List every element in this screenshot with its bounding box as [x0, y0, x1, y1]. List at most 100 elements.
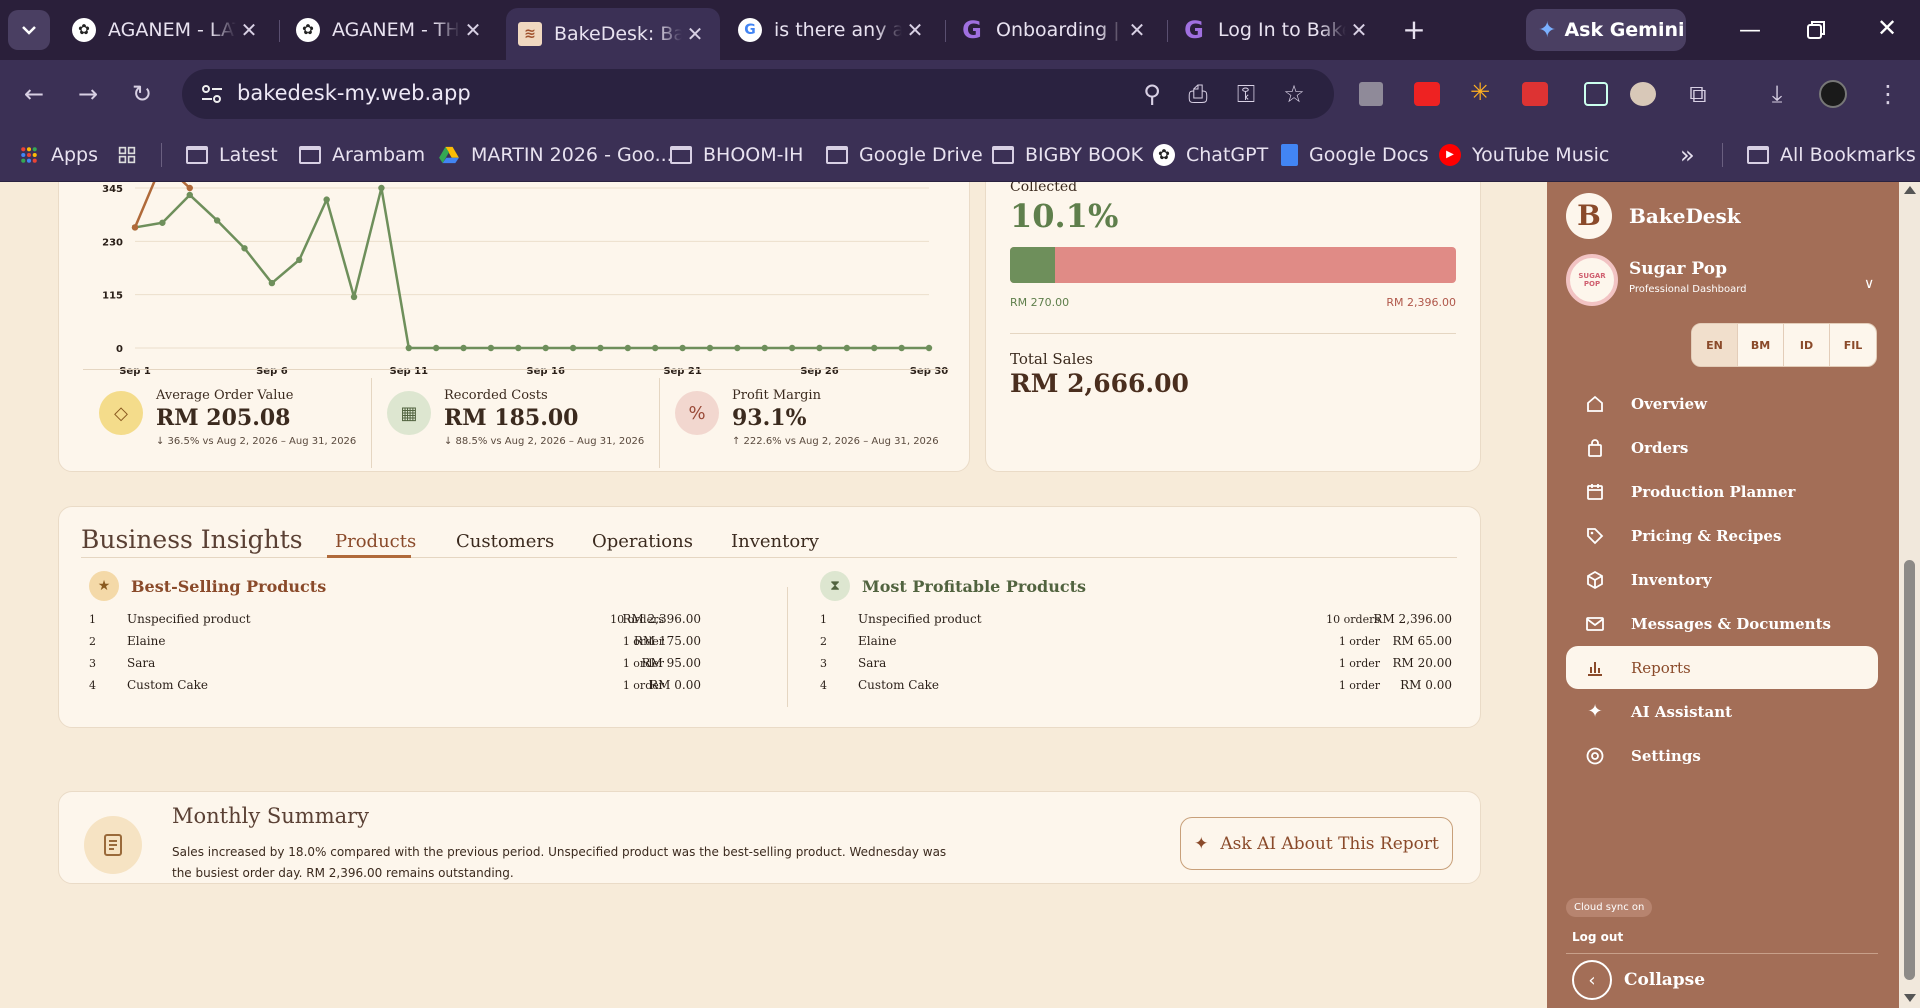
tab-search-button[interactable] [8, 10, 50, 50]
nav-orders[interactable]: Orders [1566, 426, 1878, 469]
nav-overview[interactable]: Overview [1566, 382, 1878, 425]
language-bm[interactable]: BM [1738, 324, 1784, 366]
ask-gemini-button[interactable]: ✦ Ask Gemini [1526, 9, 1686, 51]
extension-warning-icon[interactable]: ✳ [1470, 78, 1500, 108]
bookmark-link[interactable]: ✿ ChatGPT [1153, 141, 1268, 169]
language-fil[interactable]: FIL [1830, 324, 1876, 366]
nav-settings[interactable]: Settings [1566, 734, 1878, 777]
new-tab-button[interactable]: + [1398, 12, 1430, 48]
browser-tab[interactable]: G Onboarding | C ✕ [948, 8, 1162, 52]
bookmark-folder[interactable]: Arambam [299, 141, 425, 169]
bookmark-folder[interactable]: Google Drive [826, 141, 983, 169]
extensions-puzzle-icon[interactable]: ⧉ [1682, 80, 1714, 108]
bookmark-folder[interactable]: Latest [186, 141, 278, 169]
google-icon: G [738, 18, 762, 42]
diamond-icon: ◇ [99, 391, 143, 435]
ask-gemini-label: Ask Gemini [1564, 19, 1685, 41]
gemini-sparkle-icon: ✦ [1538, 17, 1557, 43]
install-app-icon[interactable]: ⎙ [1182, 80, 1214, 108]
browser-tab[interactable]: G Log In to Bake ✕ [1170, 8, 1384, 52]
nav-reports[interactable]: Reports [1566, 646, 1878, 689]
nav-pricing-recipes[interactable]: Pricing & Recipes [1566, 514, 1878, 557]
tab-groups-button[interactable] [116, 141, 149, 169]
minimize-button[interactable]: — [1730, 18, 1770, 43]
close-tab-icon[interactable]: ✕ [460, 18, 486, 42]
browser-tab[interactable]: ✿ AGANEM - LATE ✕ [60, 8, 274, 52]
data-point [816, 344, 823, 352]
close-window-button[interactable]: ✕ [1872, 14, 1902, 44]
all-bookmarks-button[interactable]: All Bookmarks [1747, 141, 1916, 169]
nav-ai-assistant[interactable]: ✦ AI Assistant [1566, 690, 1878, 733]
bookmark-folder[interactable]: BHOOM-IH [670, 141, 803, 169]
active-tab-underline [327, 555, 411, 558]
extension-icon[interactable] [1584, 82, 1608, 106]
close-tab-icon[interactable]: ✕ [1124, 18, 1150, 42]
browser-tab-active[interactable]: ≋ BakeDesk: Bake ✕ [506, 8, 720, 60]
scroll-up-arrow[interactable] [1904, 186, 1916, 194]
close-tab-icon[interactable]: ✕ [682, 22, 708, 46]
close-tab-icon[interactable]: ✕ [236, 18, 262, 42]
brand-name: BakeDesk [1629, 204, 1741, 228]
table-row: 2 Elaine 1 order RM 175.00 [89, 631, 747, 653]
tab-operations[interactable]: Operations [592, 531, 693, 552]
close-tab-icon[interactable]: ✕ [902, 18, 928, 42]
product-amount: RM 175.00 [633, 634, 701, 648]
nav-inventory[interactable]: Inventory [1566, 558, 1878, 601]
shop-switcher[interactable]: SUGAR POP Sugar Pop Professional Dashboa… [1566, 254, 1878, 310]
shopping-bag-icon [1584, 437, 1606, 459]
nav-production-planner[interactable]: Production Planner [1566, 470, 1878, 513]
bookmarks-bar: Apps Latest Arambam MARTIN 2026 - Goo...… [0, 129, 1920, 182]
logout-link[interactable]: Log out [1572, 930, 1623, 944]
zoom-icon[interactable]: ⚲ [1136, 80, 1168, 108]
product-name: Custom Cake [127, 678, 209, 692]
language-en[interactable]: EN [1692, 324, 1738, 366]
more-bookmarks-button[interactable]: » [1680, 141, 1695, 169]
tab-title: Onboarding | C [996, 19, 1124, 41]
back-button[interactable]: ← [18, 80, 50, 108]
password-key-icon[interactable]: ⚿ [1230, 80, 1262, 108]
address-bar[interactable]: bakedesk-my.web.app ⚲ ⎙ ⚿ ☆ [182, 69, 1334, 119]
table-row: 3 Sara 1 order RM 20.00 [820, 653, 1456, 675]
tab-products[interactable]: Products [335, 531, 416, 552]
nav-messages-documents[interactable]: Messages & Documents [1566, 602, 1878, 645]
data-point [898, 344, 905, 352]
data-point [186, 191, 193, 199]
forward-button[interactable]: → [72, 80, 104, 108]
shop-name: Sugar Pop [1629, 259, 1727, 279]
product-amount: RM 65.00 [1392, 634, 1453, 648]
menu-kebab-icon[interactable]: ⋮ [1872, 80, 1904, 108]
restore-button[interactable] [1802, 16, 1830, 44]
collapse-button[interactable]: ‹ Collapse [1572, 960, 1772, 1000]
extension-icon[interactable] [1359, 82, 1383, 106]
reload-button[interactable]: ↻ [126, 80, 158, 108]
browser-tab[interactable]: G is there any ai ✕ [726, 8, 940, 52]
tab-inventory[interactable]: Inventory [731, 531, 819, 552]
bookmark-link[interactable]: MARTIN 2026 - Goo... [438, 141, 673, 169]
ask-ai-about-report-button[interactable]: ✦ Ask AI About This Report [1180, 817, 1453, 870]
data-point [652, 344, 659, 352]
downloads-icon[interactable]: ⤓ [1761, 80, 1793, 108]
page-scrollbar[interactable] [1899, 182, 1920, 1008]
scroll-down-arrow[interactable] [1904, 994, 1916, 1002]
cost-square-icon: ▦ [387, 391, 431, 435]
bookmark-folder[interactable]: BIGBY BOOK [992, 141, 1143, 169]
data-point [569, 344, 577, 352]
bookmark-apps[interactable]: Apps [18, 141, 98, 169]
data-point [432, 344, 440, 352]
extension-icon[interactable] [1630, 82, 1656, 106]
site-settings-icon [202, 85, 222, 103]
extension-icon[interactable] [1414, 82, 1440, 106]
data-point [241, 245, 248, 252]
bookmark-link[interactable]: Google Docs [1281, 141, 1429, 169]
bookmark-link[interactable]: ▶ YouTube Music [1439, 141, 1609, 169]
browser-tab[interactable]: ✿ AGANEM - THE ✕ [284, 8, 498, 52]
profile-avatar[interactable] [1819, 80, 1847, 108]
scroll-thumb[interactable] [1904, 560, 1915, 980]
tab-customers[interactable]: Customers [456, 531, 554, 552]
data-point [378, 184, 385, 192]
bookmark-star-icon[interactable]: ☆ [1278, 80, 1310, 108]
extension-icon[interactable] [1522, 82, 1548, 106]
bookmark-label: ChatGPT [1186, 144, 1269, 166]
close-tab-icon[interactable]: ✕ [1346, 18, 1372, 42]
language-id[interactable]: ID [1784, 324, 1830, 366]
